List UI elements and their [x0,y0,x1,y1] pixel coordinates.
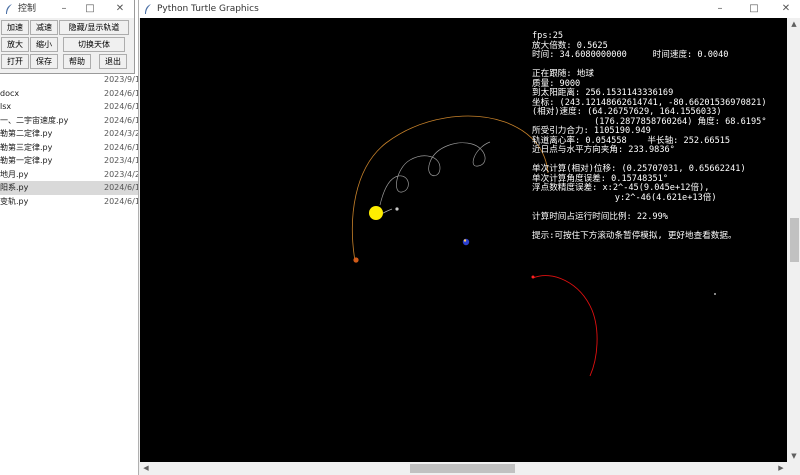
file-list-item[interactable]: docx 2024/6/1 [0,87,140,101]
vertical-scroll-thumb[interactable] [790,218,799,262]
minimize-button[interactable]: – [705,0,735,18]
file-list-item[interactable]: 变轨.py 2024/6/1 [0,195,140,209]
speed-up-button[interactable]: 加速 [1,20,29,35]
file-date: 2024/6/1 [104,88,140,98]
scroll-right-arrow-icon[interactable]: ▶ [775,464,787,472]
file-date: 2024/6/1 [104,102,140,111]
file-date: 2024/3/2 [104,129,140,138]
exit-button[interactable]: 退出 [99,54,127,69]
close-button[interactable]: ✕ [773,0,799,18]
save-button[interactable]: 保存 [30,54,58,69]
file-name: 勒第二定律.py [0,129,53,138]
feather-icon [6,4,12,14]
scroll-left-arrow-icon[interactable]: ◀ [140,464,152,472]
orange-planet-body [353,257,359,263]
red-body [531,275,535,279]
file-list-item[interactable]: 一、二宇宙速度.py 2024/6/1 [0,114,140,128]
maximize-button[interactable]: □ [739,0,769,18]
planet-orbit-path [351,115,549,262]
file-date: 2024/6/1 [104,142,140,152]
file-list-item[interactable]: 勒第一定律.py 2023/4/1 [0,154,140,168]
zoom-in-button[interactable]: 放大 [1,37,29,52]
turtle-window: Python Turtle Graphics – □ ✕ fps:25 放大倍数… [138,0,800,475]
control-window: 控制 – □ ✕ 加速 减速 隐藏/显示轨道 放大 缩小 切换天体 打开 保存 … [0,0,135,74]
slow-down-button[interactable]: 减速 [30,20,58,35]
file-list-item[interactable]: 勒第二定律.py 2024/3/2 [0,127,140,141]
turtle-titlebar: Python Turtle Graphics – □ ✕ [139,0,800,18]
turtle-window-title: Python Turtle Graphics [157,4,259,14]
file-list-item[interactable]: 地月.py 2023/4/2 [0,168,140,182]
sun-body [369,206,383,220]
open-button[interactable]: 打开 [1,54,29,69]
control-window-title: 控制 [18,4,37,14]
simulation-info-text: fps:25 放大倍数: 0.5625 时间: 34.6080000000 时间… [532,31,767,241]
file-date: 2023/4/2 [104,169,140,179]
file-date: 2023/4/1 [104,156,140,165]
file-date: 2024/6/1 [104,183,140,192]
blue-planet-body [462,238,470,246]
simulation-canvas[interactable]: fps:25 放大倍数: 0.5625 时间: 34.6080000000 时间… [140,18,787,462]
vertical-scrollbar[interactable]: ▲ ▼ [788,18,800,462]
file-list-item[interactable]: lsx 2024/6/1 [0,100,140,114]
file-name: 变轨.py [0,196,29,206]
file-name: 一、二宇宙速度.py [0,115,69,125]
file-name: 勒第三定律.py [0,142,53,152]
horizontal-scrollbar[interactable]: ◀ ▶ [140,462,787,475]
zoom-out-button[interactable]: 缩小 [30,37,58,52]
red-orbit-path [532,275,598,377]
scroll-up-arrow-icon[interactable]: ▲ [788,20,800,28]
help-button[interactable]: 帮助 [63,54,91,69]
moon-body [395,207,399,211]
file-list-item[interactable]: 勒第三定律.py 2024/6/1 [0,141,140,155]
minimize-button[interactable]: – [54,0,74,18]
feather-icon [145,4,151,14]
file-list-item[interactable]: 2023/9/1 [0,73,140,87]
horizontal-scroll-thumb[interactable] [410,464,515,473]
distant-star [714,293,716,295]
file-list-item[interactable]: 阳系.py 2024/6/1 [0,181,140,195]
moon-trail-path [379,141,491,206]
toggle-orbit-button[interactable]: 隐藏/显示轨道 [59,20,129,35]
file-name: 阳系.py [0,183,29,192]
file-date: 2023/9/1 [104,75,140,84]
close-button[interactable]: ✕ [110,0,130,18]
maximize-button[interactable]: □ [80,0,100,18]
file-date: 2024/6/1 [104,115,140,125]
file-name: 地月.py [0,169,29,179]
file-date: 2024/6/1 [104,196,140,206]
file-name: 勒第一定律.py [0,156,53,165]
scroll-down-arrow-icon[interactable]: ▼ [788,452,800,460]
blue-planet-highlight [463,239,467,242]
file-name: lsx [0,102,12,111]
switch-body-button[interactable]: 切换天体 [63,37,125,52]
file-name: docx [0,88,20,98]
control-titlebar: 控制 – □ ✕ [0,0,134,18]
